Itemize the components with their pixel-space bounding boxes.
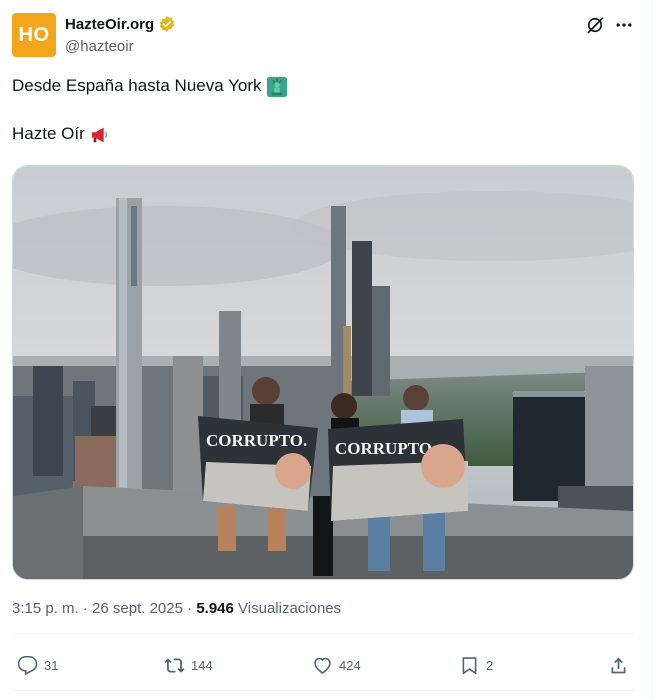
banner-right: CORRUPTO. — [328, 419, 468, 521]
megaphone-icon — [91, 127, 107, 142]
reply-icon — [17, 655, 38, 675]
tweet-meta: 3:15 p. m. · 26 sept. 2025 · 5.946 Visua… — [12, 600, 341, 617]
photo-image: CORRUPTO. CORRUPTO. — [13, 166, 633, 579]
tweet-actions: 31 144 424 2 — [12, 645, 634, 685]
repost-count: 144 — [191, 657, 213, 673]
divider-bottom — [12, 690, 634, 691]
display-name[interactable]: HazteOir.org — [65, 16, 154, 33]
like-button[interactable]: 424 — [312, 645, 361, 685]
tweet-time[interactable]: 3:15 p. m. — [12, 600, 79, 617]
tweet-line-1-text: Desde España hasta Nueva York — [12, 76, 262, 95]
meta-separator-2: · — [187, 600, 193, 617]
tweet-card: HO HazteOir.org @hazteoir Desde España h… — [0, 0, 653, 699]
tweet-photo[interactable]: CORRUPTO. CORRUPTO. — [12, 165, 634, 580]
bookmark-icon — [462, 656, 477, 674]
grok-icon[interactable] — [585, 15, 605, 35]
gold-verified-icon — [159, 16, 175, 32]
bookmark-button[interactable]: 2 — [459, 645, 493, 685]
reply-button[interactable]: 31 — [17, 645, 58, 685]
heart-icon — [314, 657, 331, 674]
divider-top — [12, 633, 634, 634]
handle[interactable]: @hazteoir — [65, 38, 134, 55]
repost-button[interactable]: 144 — [164, 645, 213, 685]
banner-left-text: CORRUPTO. — [206, 431, 307, 450]
avatar[interactable]: HO — [12, 13, 56, 57]
tweet-line-2-text: Hazte Oír — [12, 124, 85, 143]
tweet-line-1: Desde España hasta Nueva York — [12, 74, 632, 98]
tweet-date[interactable]: 26 sept. 2025 — [92, 600, 183, 617]
like-count: 424 — [339, 657, 361, 673]
views-label: Visualizaciones — [238, 600, 342, 617]
meta-separator: · — [82, 600, 88, 617]
bookmark-count: 2 — [486, 657, 494, 673]
tweet-line-2: Hazte Oír — [12, 122, 632, 146]
views-count: 5.946 — [196, 600, 234, 617]
repost-icon — [164, 657, 185, 673]
more-options-icon[interactable] — [614, 15, 634, 35]
tweet-text: Desde España hasta Nueva York Hazte Oír — [12, 74, 632, 146]
banner-left: CORRUPTO. — [198, 416, 318, 511]
share-icon — [611, 657, 626, 673]
author-name-row[interactable]: HazteOir.org — [65, 15, 176, 33]
statue-of-liberty-icon — [266, 76, 287, 97]
banner-right-text: CORRUPTO. — [335, 439, 436, 458]
reply-count: 31 — [44, 657, 59, 673]
share-button[interactable] — [608, 645, 629, 685]
avatar-text: HO — [18, 23, 50, 46]
